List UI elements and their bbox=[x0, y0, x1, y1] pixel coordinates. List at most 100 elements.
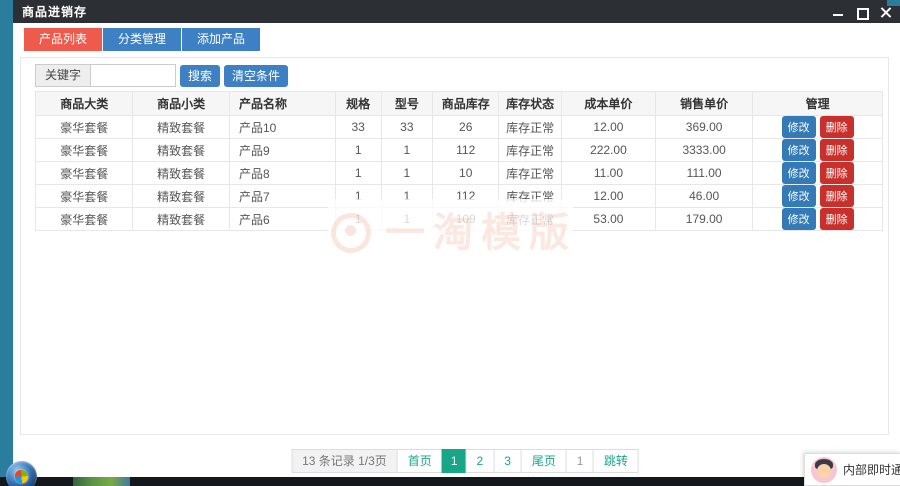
table-cell: 12.00 bbox=[561, 185, 655, 208]
jump-button[interactable]: 跳转 bbox=[593, 449, 639, 473]
table-cell: 46.00 bbox=[655, 185, 752, 208]
table-cell: 1 bbox=[335, 185, 381, 208]
table-cell: 1 bbox=[381, 139, 433, 162]
tab-product-list[interactable]: 产品列表 bbox=[24, 28, 102, 51]
delete-button[interactable]: 删除 bbox=[820, 139, 854, 161]
delete-button[interactable]: 删除 bbox=[820, 116, 854, 138]
page-number-link[interactable]: 2 bbox=[466, 449, 495, 473]
edit-button[interactable]: 修改 bbox=[782, 139, 816, 161]
table-cell: 库存正常 bbox=[499, 185, 562, 208]
table-cell: 1 bbox=[381, 208, 433, 231]
table-cell: 222.00 bbox=[561, 139, 655, 162]
table-row: 豪华套餐精致套餐产品81110库存正常11.00111.00修改删除 bbox=[36, 162, 883, 185]
table-cell: 111.00 bbox=[655, 162, 752, 185]
windows-logo-icon bbox=[15, 470, 29, 484]
table-cell: 豪华套餐 bbox=[36, 139, 133, 162]
minimize-icon[interactable] bbox=[832, 6, 844, 18]
page-number-link[interactable]: 3 bbox=[493, 449, 522, 473]
table-body: 豪华套餐精致套餐产品10333326库存正常12.00369.00修改删除豪华套… bbox=[36, 116, 883, 231]
search-bar: 关键字 搜索 清空条件 bbox=[35, 64, 879, 87]
windows-start-button[interactable] bbox=[6, 461, 37, 486]
table-cell: 库存正常 bbox=[499, 162, 562, 185]
table-cell: 产品8 bbox=[229, 162, 335, 185]
edit-button[interactable]: 修改 bbox=[782, 116, 816, 138]
table-row: 豪华套餐精致套餐产品10333326库存正常12.00369.00修改删除 bbox=[36, 116, 883, 139]
edit-button[interactable]: 修改 bbox=[782, 162, 816, 184]
column-header: 成本单价 bbox=[561, 92, 655, 116]
row-actions: 修改删除 bbox=[753, 162, 883, 185]
table-cell: 33 bbox=[381, 116, 433, 139]
table-cell: 112 bbox=[433, 139, 499, 162]
table-cell: 豪华套餐 bbox=[36, 208, 133, 231]
table-cell: 1 bbox=[381, 162, 433, 185]
column-header: 销售单价 bbox=[655, 92, 752, 116]
table-cell: 3333.00 bbox=[655, 139, 752, 162]
page-number-link[interactable]: 1 bbox=[442, 449, 467, 473]
table-cell: 精致套餐 bbox=[133, 116, 230, 139]
table-cell: 精致套餐 bbox=[133, 208, 230, 231]
tab-category-management[interactable]: 分类管理 bbox=[103, 28, 181, 51]
table-cell: 26 bbox=[433, 116, 499, 139]
column-header: 商品大类 bbox=[36, 92, 133, 116]
table-cell: 库存正常 bbox=[499, 116, 562, 139]
column-header: 商品库存 bbox=[433, 92, 499, 116]
delete-button[interactable]: 删除 bbox=[820, 162, 854, 184]
messenger-popup[interactable]: 内部即时通讯 bbox=[804, 453, 900, 486]
column-header: 规格 bbox=[335, 92, 381, 116]
row-actions: 修改删除 bbox=[753, 208, 883, 231]
maximize-icon[interactable] bbox=[856, 6, 868, 18]
row-actions: 修改删除 bbox=[753, 185, 883, 208]
window-title: 商品进销存 bbox=[13, 3, 87, 20]
taskbar[interactable] bbox=[0, 477, 900, 486]
taskbar-icon bbox=[73, 477, 130, 486]
table-row: 豪华套餐精致套餐产品611109库存正常53.00179.00修改删除 bbox=[36, 208, 883, 231]
table-cell: 精致套餐 bbox=[133, 162, 230, 185]
table-cell: 库存正常 bbox=[499, 208, 562, 231]
table-cell: 豪华套餐 bbox=[36, 116, 133, 139]
close-icon[interactable] bbox=[880, 6, 892, 18]
column-header: 管理 bbox=[753, 92, 883, 116]
table-cell: 精致套餐 bbox=[133, 139, 230, 162]
title-bar[interactable]: 商品进销存 bbox=[13, 0, 900, 23]
table-row: 豪华套餐精致套餐产品911112库存正常222.003333.00修改删除 bbox=[36, 139, 883, 162]
search-button[interactable]: 搜索 bbox=[180, 65, 220, 87]
table-cell: 1 bbox=[335, 139, 381, 162]
avatar bbox=[811, 457, 837, 483]
table-header-row: 商品大类商品小类产品名称规格型号商品库存库存状态成本单价销售单价管理 bbox=[36, 92, 883, 116]
jump-page-cell bbox=[566, 449, 594, 473]
table-cell: 1 bbox=[335, 208, 381, 231]
last-page-link[interactable]: 尾页 bbox=[521, 449, 567, 473]
clear-filters-button[interactable]: 清空条件 bbox=[224, 65, 288, 87]
table-cell: 库存正常 bbox=[499, 139, 562, 162]
first-page-link[interactable]: 首页 bbox=[397, 449, 443, 473]
table-cell: 产品10 bbox=[229, 116, 335, 139]
column-header: 产品名称 bbox=[229, 92, 335, 116]
page-number-links: 123 bbox=[443, 449, 522, 473]
table-cell: 179.00 bbox=[655, 208, 752, 231]
column-header: 商品小类 bbox=[133, 92, 230, 116]
table-cell: 53.00 bbox=[561, 208, 655, 231]
table-cell: 369.00 bbox=[655, 116, 752, 139]
edit-button[interactable]: 修改 bbox=[782, 185, 816, 207]
table-cell: 109 bbox=[433, 208, 499, 231]
messenger-popup-label: 内部即时通讯 bbox=[843, 461, 900, 478]
keyword-label: 关键字 bbox=[35, 64, 90, 87]
table-cell: 10 bbox=[433, 162, 499, 185]
table-cell: 1 bbox=[381, 185, 433, 208]
delete-button[interactable]: 删除 bbox=[820, 208, 854, 230]
tab-bar: 产品列表 分类管理 添加产品 bbox=[24, 28, 260, 51]
product-table: 商品大类商品小类产品名称规格型号商品库存库存状态成本单价销售单价管理 豪华套餐精… bbox=[35, 91, 883, 231]
pagination: 13 条记录 1/3页 首页 123 尾页 跳转 bbox=[292, 449, 639, 473]
tab-add-product[interactable]: 添加产品 bbox=[182, 28, 260, 51]
keyword-input[interactable] bbox=[90, 64, 176, 87]
table-cell: 33 bbox=[335, 116, 381, 139]
desktop-background: 商品进销存 产品列表 分类管理 添加产品 关键字 搜索 清空条件 bbox=[0, 0, 900, 486]
window-controls bbox=[832, 0, 892, 23]
table-cell: 豪华套餐 bbox=[36, 162, 133, 185]
delete-button[interactable]: 删除 bbox=[820, 185, 854, 207]
edit-button[interactable]: 修改 bbox=[782, 208, 816, 230]
jump-page-input[interactable] bbox=[577, 454, 583, 468]
table-cell: 112 bbox=[433, 185, 499, 208]
row-actions: 修改删除 bbox=[753, 116, 883, 139]
app-window: 商品进销存 产品列表 分类管理 添加产品 关键字 搜索 清空条件 bbox=[13, 0, 900, 477]
